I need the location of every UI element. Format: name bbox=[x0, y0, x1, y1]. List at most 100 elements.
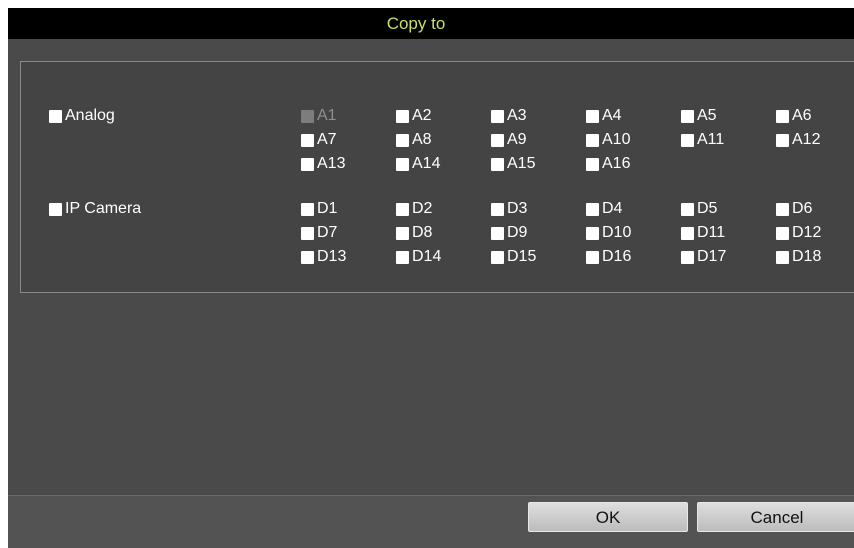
checkbox-box[interactable] bbox=[776, 202, 789, 216]
checkbox-box[interactable] bbox=[301, 226, 314, 240]
channel-checkbox-a8[interactable]: A8 bbox=[396, 130, 432, 150]
channel-label: A9 bbox=[507, 131, 527, 148]
checkbox-box[interactable] bbox=[301, 157, 314, 171]
checkbox-box[interactable] bbox=[586, 250, 599, 264]
checkbox-box[interactable] bbox=[681, 226, 694, 240]
channel-checkbox-a5[interactable]: A5 bbox=[681, 106, 717, 126]
checkbox-box[interactable] bbox=[396, 133, 409, 147]
channel-checkbox-d13[interactable]: D13 bbox=[301, 247, 346, 267]
channel-checkbox-d17[interactable]: D17 bbox=[681, 247, 726, 267]
channel-checkbox-d1[interactable]: D1 bbox=[301, 199, 337, 219]
channel-label: D11 bbox=[697, 224, 726, 241]
channel-label: A4 bbox=[602, 107, 622, 124]
channel-checkbox-a7[interactable]: A7 bbox=[301, 130, 337, 150]
checkbox-box[interactable] bbox=[301, 250, 314, 264]
channel-checkbox-a4[interactable]: A4 bbox=[586, 106, 622, 126]
channel-label: A1 bbox=[317, 107, 337, 124]
checkbox-box[interactable] bbox=[491, 202, 504, 216]
dialog-footer: OK Cancel bbox=[8, 495, 854, 548]
checkbox-box[interactable] bbox=[681, 250, 694, 264]
channel-label: D13 bbox=[317, 248, 347, 265]
checkbox-box[interactable] bbox=[681, 133, 694, 147]
channel-checkbox-d11[interactable]: D11 bbox=[681, 223, 725, 243]
channel-label: D5 bbox=[697, 200, 718, 217]
checkbox-box[interactable] bbox=[491, 109, 504, 123]
channel-checkbox-a9[interactable]: A9 bbox=[491, 130, 527, 150]
channel-label: A12 bbox=[792, 131, 821, 148]
channel-checkbox-d3[interactable]: D3 bbox=[491, 199, 527, 219]
checkbox-box[interactable] bbox=[776, 109, 789, 123]
checkbox-box[interactable] bbox=[396, 202, 409, 216]
channel-checkbox-d2[interactable]: D2 bbox=[396, 199, 432, 219]
cancel-button[interactable]: Cancel bbox=[697, 502, 854, 532]
checkbox-box[interactable] bbox=[396, 226, 409, 240]
checkbox-box[interactable] bbox=[396, 157, 409, 171]
channel-label: D12 bbox=[792, 224, 822, 241]
checkbox-box[interactable] bbox=[586, 157, 599, 171]
channel-label: D4 bbox=[602, 200, 623, 217]
channel-checkbox-d12[interactable]: D12 bbox=[776, 223, 821, 243]
checkbox-box[interactable] bbox=[586, 202, 599, 216]
channel-checkbox-d8[interactable]: D8 bbox=[396, 223, 432, 243]
channel-checkbox-a14[interactable]: A14 bbox=[396, 154, 440, 174]
channel-label: A3 bbox=[507, 107, 527, 124]
channel-label: D2 bbox=[412, 200, 433, 217]
channel-checkbox-d16[interactable]: D16 bbox=[586, 247, 631, 267]
channel-label: D16 bbox=[602, 248, 632, 265]
channel-checkbox-a3[interactable]: A3 bbox=[491, 106, 527, 126]
group-label: IP Camera bbox=[65, 200, 142, 217]
channel-label: D6 bbox=[792, 200, 813, 217]
channel-label: A6 bbox=[792, 107, 812, 124]
channel-label: D1 bbox=[317, 200, 338, 217]
checkbox-box[interactable] bbox=[681, 109, 694, 123]
channel-label: A13 bbox=[317, 155, 346, 172]
group-label: Analog bbox=[65, 107, 115, 124]
channel-label: A10 bbox=[602, 131, 631, 148]
channel-checkbox-d5[interactable]: D5 bbox=[681, 199, 717, 219]
checkbox-box[interactable] bbox=[776, 250, 789, 264]
channel-label: D10 bbox=[602, 224, 632, 241]
channel-checkbox-a16[interactable]: A16 bbox=[586, 154, 630, 174]
checkbox-box[interactable] bbox=[681, 202, 694, 216]
channel-checkbox-d14[interactable]: D14 bbox=[396, 247, 441, 267]
checkbox-box[interactable] bbox=[586, 133, 599, 147]
channel-checkbox-a6[interactable]: A6 bbox=[776, 106, 812, 126]
checkbox-box[interactable] bbox=[586, 109, 599, 123]
channel-checkbox-a10[interactable]: A10 bbox=[586, 130, 630, 150]
channel-checkbox-d10[interactable]: D10 bbox=[586, 223, 631, 243]
ok-button[interactable]: OK bbox=[528, 502, 688, 532]
checkbox-box[interactable] bbox=[49, 202, 62, 216]
channel-checkbox-d6[interactable]: D6 bbox=[776, 199, 812, 219]
channel-checkbox-a12[interactable]: A12 bbox=[776, 130, 820, 150]
checkbox-box[interactable] bbox=[586, 226, 599, 240]
channel-checkbox-d15[interactable]: D15 bbox=[491, 247, 536, 267]
channel-checkbox-a15[interactable]: A15 bbox=[491, 154, 535, 174]
channel-checkbox-d18[interactable]: D18 bbox=[776, 247, 821, 267]
channel-checkbox-a13[interactable]: A13 bbox=[301, 154, 345, 174]
checkbox-box[interactable] bbox=[396, 250, 409, 264]
channel-label: D15 bbox=[507, 248, 537, 265]
channel-checkbox-d7[interactable]: D7 bbox=[301, 223, 337, 243]
checkbox-box[interactable] bbox=[491, 226, 504, 240]
checkbox-box[interactable] bbox=[491, 157, 504, 171]
group-checkbox-analog[interactable]: Analog bbox=[49, 106, 115, 126]
channel-label: D18 bbox=[792, 248, 822, 265]
channel-checkbox-d4[interactable]: D4 bbox=[586, 199, 622, 219]
checkbox-box[interactable] bbox=[776, 226, 789, 240]
channel-label: A15 bbox=[507, 155, 536, 172]
checkbox-box[interactable] bbox=[301, 202, 314, 216]
channel-checkbox-a2[interactable]: A2 bbox=[396, 106, 432, 126]
checkbox-box[interactable] bbox=[491, 133, 504, 147]
checkbox-box[interactable] bbox=[49, 109, 62, 123]
channel-label: A16 bbox=[602, 155, 631, 172]
channel-label: A2 bbox=[412, 107, 432, 124]
group-checkbox-ip-camera[interactable]: IP Camera bbox=[49, 199, 141, 219]
checkbox-box[interactable] bbox=[776, 133, 789, 147]
checkbox-box[interactable] bbox=[396, 109, 409, 123]
channel-checkbox-d9[interactable]: D9 bbox=[491, 223, 527, 243]
checkbox-box[interactable] bbox=[491, 250, 504, 264]
channel-checkbox-a11[interactable]: A11 bbox=[681, 130, 724, 150]
channel-label: A8 bbox=[412, 131, 432, 148]
checkbox-box[interactable] bbox=[301, 133, 314, 147]
channel-selection-panel: Analog A1 A2 A3 A4 A5 A6 A7 A8 A9 A10 A11 A12 A13 A14 A… bbox=[20, 61, 854, 293]
